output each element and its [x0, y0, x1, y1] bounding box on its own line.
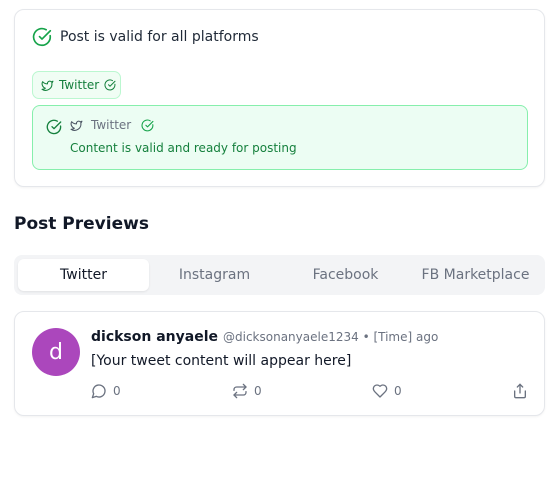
status-platform-name: Twitter — [91, 118, 132, 132]
validation-title: Post is valid for all platforms — [60, 29, 259, 45]
tab-twitter[interactable]: Twitter — [18, 259, 149, 291]
validation-header: Post is valid for all platforms — [32, 27, 259, 47]
check-circle-icon — [104, 79, 116, 91]
section-title: Post Previews — [14, 214, 149, 234]
status-platform-row: Twitter — [70, 118, 154, 132]
status-message: Content is valid and ready for posting — [70, 141, 297, 155]
retweet-button[interactable]: 0 — [232, 383, 262, 399]
preview-tabs: Twitter Instagram Facebook FB Marketplac… — [14, 255, 545, 295]
tweet-content: [Your tweet content will appear here] — [91, 353, 352, 369]
tab-facebook[interactable]: Facebook — [280, 259, 411, 291]
tab-fb-marketplace[interactable]: FB Marketplace — [410, 259, 541, 291]
tweet-author-name: dickson anyaele — [91, 329, 218, 345]
tweet-preview-card: d dickson anyaele @dicksonanyaele1234 • … — [14, 311, 545, 416]
share-button[interactable] — [512, 383, 528, 399]
retweet-count: 0 — [254, 384, 262, 398]
avatar: d — [32, 328, 80, 376]
tweet-header: dickson anyaele @dicksonanyaele1234 • [T… — [91, 329, 438, 345]
twitter-bird-icon — [41, 79, 54, 92]
check-circle-icon — [46, 119, 62, 135]
check-circle-icon — [141, 119, 154, 132]
reply-count: 0 — [113, 384, 121, 398]
like-count: 0 — [394, 384, 402, 398]
check-circle-icon — [32, 27, 52, 47]
comment-icon — [91, 383, 107, 399]
retweet-icon — [232, 383, 248, 399]
heart-icon — [372, 383, 388, 399]
tab-instagram[interactable]: Instagram — [149, 259, 280, 291]
tweet-meta: @dicksonanyaele1234 • [Time] ago — [223, 330, 439, 344]
like-button[interactable]: 0 — [372, 383, 402, 399]
share-icon — [512, 383, 528, 399]
validation-status-box: Twitter Content is valid and ready for p… — [32, 105, 528, 170]
twitter-bird-icon — [70, 119, 83, 132]
platform-badge-label: Twitter — [59, 78, 100, 92]
platform-badge-twitter[interactable]: Twitter — [32, 71, 121, 99]
validation-card: Post is valid for all platforms Twitter — [14, 9, 545, 187]
reply-button[interactable]: 0 — [91, 383, 121, 399]
